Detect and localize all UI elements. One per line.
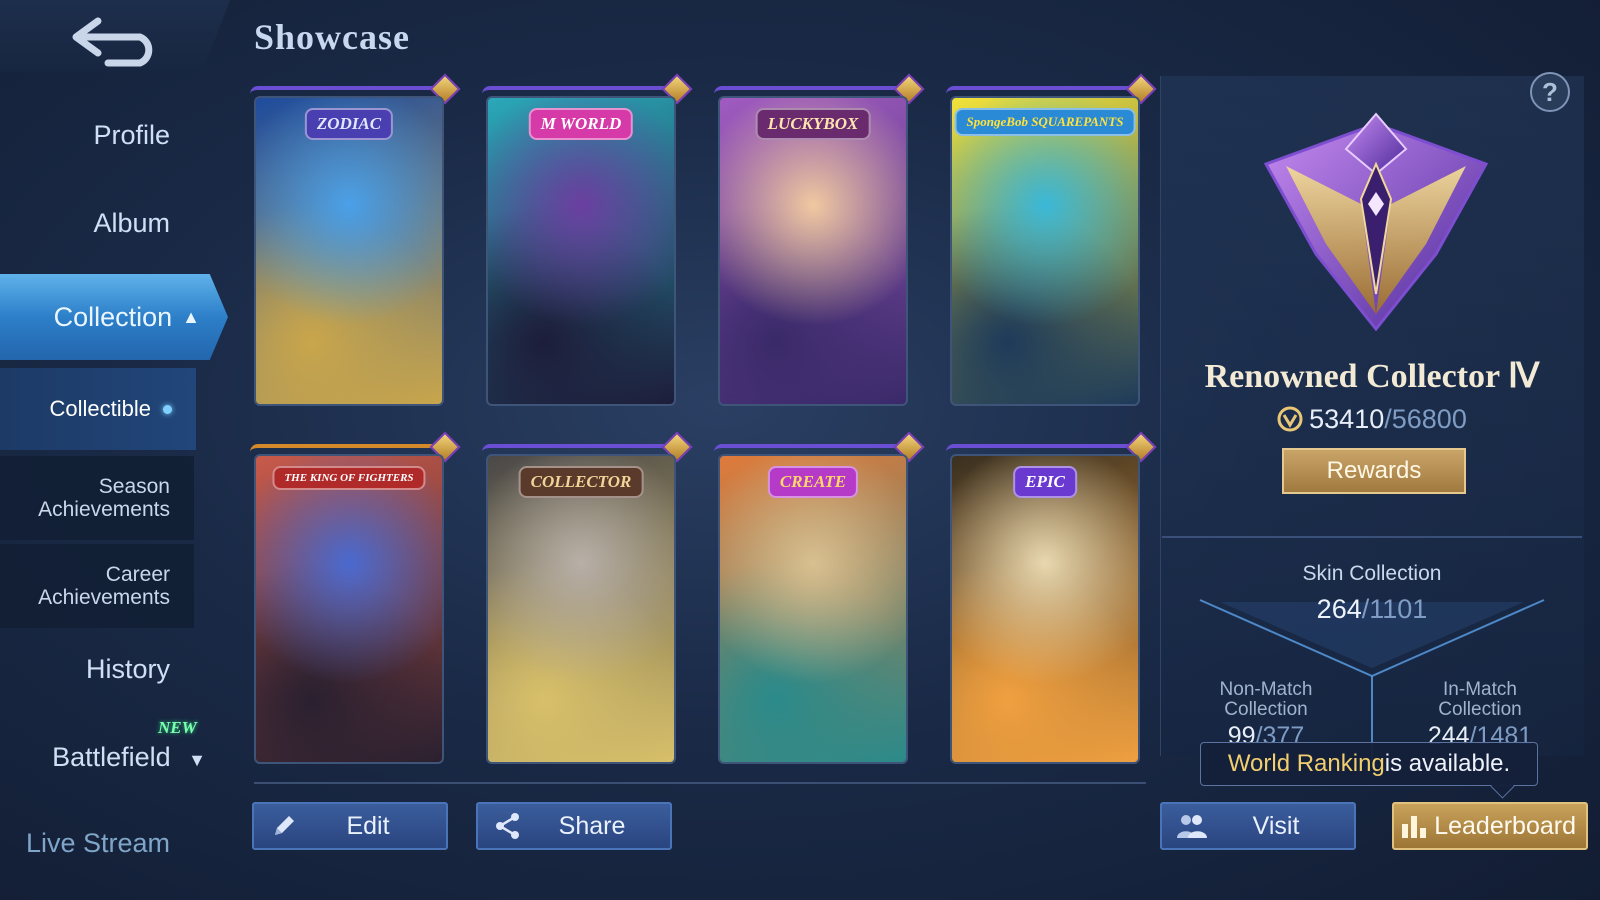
collector-rank-emblem-icon (1263, 112, 1489, 332)
skin-series-badge: SpongeBob SQUAREPANTS (954, 108, 1136, 136)
sidebar-item-profile[interactable]: Profile (0, 120, 170, 151)
edit-button[interactable]: Edit (252, 802, 448, 850)
share-button[interactable]: Share (476, 802, 672, 850)
in-match-collection-label: In-Match Collection (1390, 680, 1570, 720)
world-ranking-tooltip: World Ranking is available. (1200, 742, 1538, 786)
back-arrow-icon (72, 17, 153, 67)
sidebar-item-label: Battlefield (52, 742, 171, 772)
visit-button[interactable]: Visit (1160, 802, 1356, 850)
sidebar-item-label: Album (93, 208, 170, 238)
chevron-down-icon: ▼ (188, 750, 206, 770)
active-dot-icon (163, 404, 172, 414)
skin-collection-value: 264/1101 (1316, 594, 1428, 624)
sidebar-item-live-stream[interactable]: Live Stream (0, 828, 170, 859)
sidebar-item-label: Career (105, 563, 170, 586)
skin-series-badge: M WORLD (528, 108, 634, 140)
new-badge: NEW (158, 718, 197, 737)
divider (254, 782, 1146, 784)
points-max: 56800 (1391, 404, 1467, 434)
skin-series-badge: COLLECTOR (518, 466, 644, 498)
sidebar-subitem-collectible[interactable]: Collectible (0, 368, 196, 450)
sidebar-item-label: Season (98, 475, 170, 498)
sidebar-item-battlefield[interactable]: Battlefield ▼ (0, 742, 206, 773)
sidebar-item-label: History (85, 654, 170, 684)
sidebar-item-label: Collectible (49, 396, 152, 421)
skin-series-badge: CREATE (767, 466, 859, 498)
bar-chart-icon (1394, 812, 1434, 840)
skin-collection-label: Skin Collection (1302, 562, 1442, 585)
sidebar-subitem-career-achievements[interactable]: Career Achievements (0, 544, 194, 628)
skin-card[interactable]: EPIC (950, 454, 1140, 764)
collection-points: 53410/56800 (1160, 404, 1584, 435)
button-label: Leaderboard (1434, 811, 1576, 840)
page-title: Showcase (254, 17, 411, 57)
help-button[interactable]: ? (1530, 72, 1570, 112)
rewards-button[interactable]: Rewards (1282, 448, 1466, 494)
button-label: Visit (1252, 811, 1300, 840)
stat-label: Non-Match (1219, 679, 1313, 700)
sidebar-item-label: Achievements (38, 498, 170, 521)
skin-card[interactable]: THE KING OF FIGHTERS (254, 454, 444, 764)
non-match-collection-label: Non-Match Collection (1176, 680, 1356, 720)
tooltip-highlight: World Ranking (1227, 750, 1385, 777)
button-label: Edit (346, 811, 390, 840)
rank-title: Renowned Collector Ⅳ (1204, 358, 1540, 395)
sidebar-item-history[interactable]: History (0, 654, 170, 685)
sidebar-item-collection[interactable]: Collection ▲ (0, 274, 228, 360)
sidebar-item-label: Profile (93, 120, 170, 150)
skin-series-badge: THE KING OF FIGHTERS (272, 466, 426, 490)
button-label: Share (558, 811, 626, 840)
sidebar-item-label: Collection (53, 301, 173, 332)
collector-points-icon (1277, 406, 1303, 432)
divider (1162, 536, 1582, 538)
skin-count: 264 (1316, 594, 1362, 624)
points-current: 53410 (1309, 404, 1385, 434)
back-button[interactable] (62, 12, 172, 70)
skin-series-badge: LUCKYBOX (755, 108, 871, 140)
skin-card[interactable]: CREATE (718, 454, 908, 764)
sidebar-item-label: Achievements (38, 586, 170, 609)
stat-label: In-Match (1443, 679, 1517, 700)
skin-card[interactable]: SpongeBob SQUAREPANTS (950, 96, 1140, 406)
people-icon (1162, 812, 1222, 840)
skin-series-badge: EPIC (1013, 466, 1077, 498)
stat-label: Collection (1438, 699, 1522, 720)
skin-card[interactable]: M WORLD (486, 96, 676, 406)
leaderboard-button[interactable]: Leaderboard (1392, 802, 1588, 850)
skin-card[interactable]: LUCKYBOX (718, 96, 908, 406)
stat-label: Collection (1224, 699, 1308, 720)
share-icon (478, 811, 538, 841)
sidebar-item-album[interactable]: Album (0, 208, 170, 239)
showcase-grid: ZODIAC M WORLD LUCKYBOX SpongeBob SQUARE… (250, 73, 1157, 768)
pencil-icon (254, 813, 314, 839)
skin-card[interactable]: ZODIAC (254, 96, 444, 406)
chevron-up-icon: ▲ (182, 306, 200, 327)
skin-series-badge: ZODIAC (304, 108, 394, 140)
skin-card[interactable]: COLLECTOR (486, 454, 676, 764)
skin-total: 1101 (1369, 594, 1428, 624)
tooltip-text: is available. (1384, 750, 1511, 777)
sidebar-item-label: Live Stream (25, 828, 170, 858)
sidebar-subitem-season-achievements[interactable]: Season Achievements (0, 456, 194, 540)
